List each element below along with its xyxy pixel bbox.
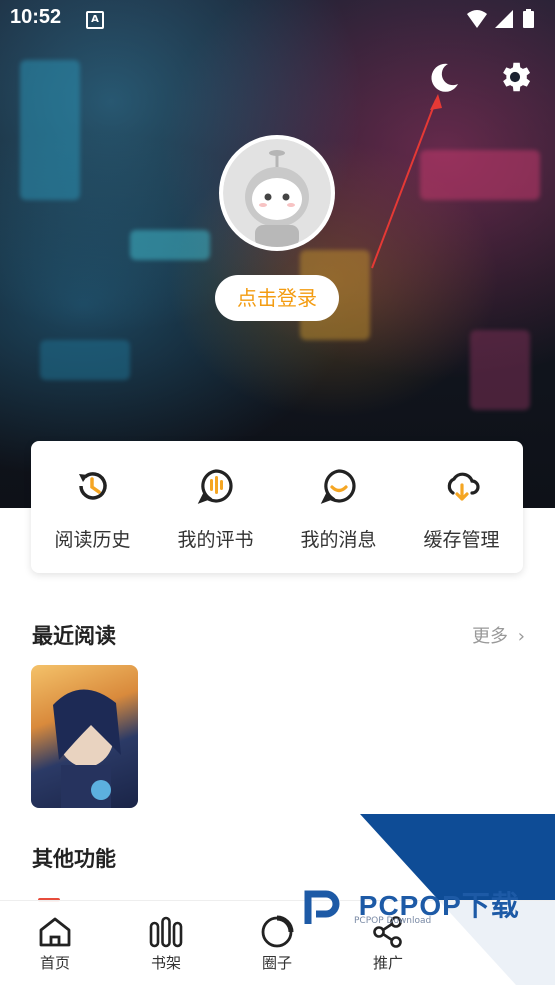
- recent-reading-title: 最近阅读: [32, 623, 116, 648]
- recent-book-cover[interactable]: [31, 665, 138, 808]
- cloud-download-icon: [447, 472, 480, 501]
- my-reviews-button[interactable]: 我的评书: [154, 441, 277, 573]
- comment-book-icon: [197, 469, 233, 504]
- watermark-sub: PCPOP Download: [354, 916, 432, 926]
- bookshelf-icon: [149, 916, 183, 948]
- reading-history-button[interactable]: 阅读历史: [31, 441, 154, 573]
- nav-bookshelf[interactable]: 书架: [111, 901, 221, 986]
- history-icon: [79, 472, 107, 500]
- message-icon: [320, 469, 356, 504]
- more-link[interactable]: 更多 ›: [472, 622, 525, 648]
- nav-promote-label: 推广: [372, 954, 403, 972]
- home-icon: [39, 917, 71, 947]
- user-avatar[interactable]: [219, 135, 335, 251]
- login-button[interactable]: 点击登录: [215, 275, 339, 321]
- watermark-logo-icon: [304, 890, 340, 924]
- reading-history-label: 阅读历史: [54, 529, 131, 551]
- quick-menu-card: 阅读历史 我的评书 我的消息 缓存管理: [31, 441, 523, 573]
- nav-bookshelf-label: 书架: [150, 954, 181, 972]
- more-label: 更多: [472, 626, 509, 647]
- chevron-right-icon: ›: [517, 626, 525, 647]
- nav-home[interactable]: 首页: [0, 901, 110, 986]
- cache-manager-label: 缓存管理: [423, 529, 500, 551]
- my-messages-button[interactable]: 我的消息: [277, 441, 400, 573]
- other-functions-title: 其他功能: [32, 846, 116, 871]
- my-reviews-label: 我的评书: [177, 529, 254, 551]
- cache-manager-button[interactable]: 缓存管理: [400, 441, 523, 573]
- my-messages-label: 我的消息: [300, 529, 377, 551]
- book-cover-image: [53, 689, 121, 808]
- circle-icon: [261, 915, 294, 948]
- nav-circle-label: 圈子: [261, 954, 292, 972]
- nav-home-label: 首页: [39, 954, 70, 972]
